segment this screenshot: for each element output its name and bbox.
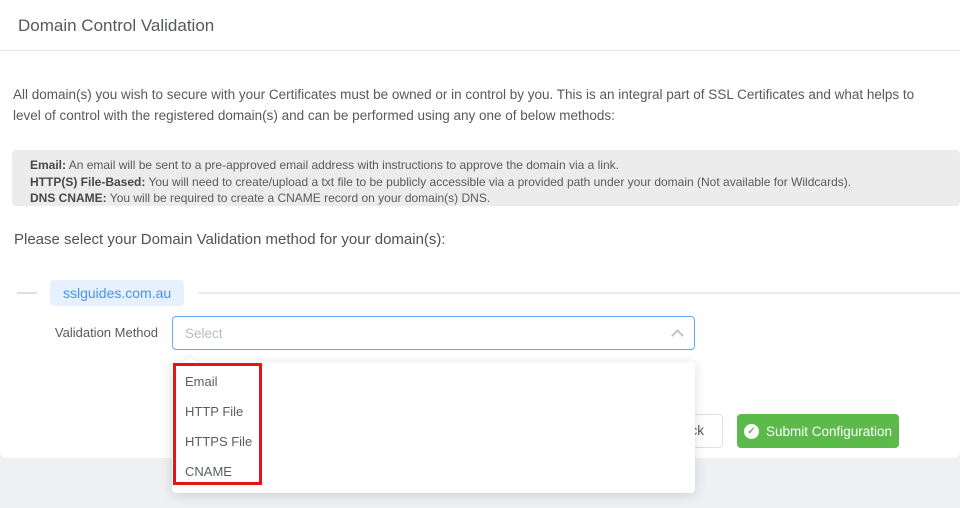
- info-label-http-file: HTTP(S) File-Based:: [30, 174, 146, 189]
- intro-line-2: level of control with the registered dom…: [13, 108, 615, 123]
- dropdown-option-cname[interactable]: CNAME: [172, 457, 695, 487]
- validation-method-dropdown: Email HTTP File HTTPS File CNAME: [172, 356, 695, 493]
- domain-divider-right: [198, 292, 960, 294]
- info-text-dns-cname: You will be required to create a CNAME r…: [106, 191, 491, 205]
- info-label-email: Email:: [30, 158, 67, 172]
- info-line-email: Email: An email will be sent to a pre-ap…: [30, 157, 942, 174]
- info-label-dns-cname: DNS CNAME:: [30, 191, 107, 205]
- domain-badge: sslguides.com.au: [50, 280, 185, 306]
- intro-line-1: All domain(s) you wish to secure with yo…: [13, 87, 915, 102]
- dropdown-option-email[interactable]: Email: [172, 367, 695, 397]
- validation-method-label: Validation Method: [54, 325, 158, 340]
- selection-heading: Please select your Domain Validation met…: [14, 231, 446, 248]
- domain-divider-left: [17, 292, 37, 294]
- page-title: Domain Control Validation: [18, 16, 215, 35]
- validation-method-select[interactable]: Select: [172, 316, 695, 350]
- info-text-email: An email will be sent to a pre-approved …: [66, 158, 619, 172]
- chevron-up-icon: [671, 328, 684, 342]
- title-divider: [0, 50, 960, 51]
- dropdown-option-http-file[interactable]: HTTP File: [172, 397, 695, 427]
- info-line-dns-cname: DNS CNAME: You will be required to creat…: [30, 190, 942, 206]
- select-placeholder: Select: [185, 325, 223, 341]
- info-text-http-file: You will need to create/upload a txt fil…: [145, 174, 852, 189]
- submit-button-label: Submit Configuration: [765, 423, 893, 439]
- submit-configuration-button[interactable]: ✓ Submit Configuration: [737, 414, 899, 448]
- validation-methods-info-box: Email: An email will be sent to a pre-ap…: [12, 150, 960, 206]
- dropdown-option-https-file[interactable]: HTTPS File: [172, 427, 695, 457]
- check-circle-icon: ✓: [743, 423, 759, 439]
- intro-text: All domain(s) you wish to secure with yo…: [13, 84, 960, 126]
- info-line-http-file: HTTP(S) File-Based: You will need to cre…: [30, 174, 942, 191]
